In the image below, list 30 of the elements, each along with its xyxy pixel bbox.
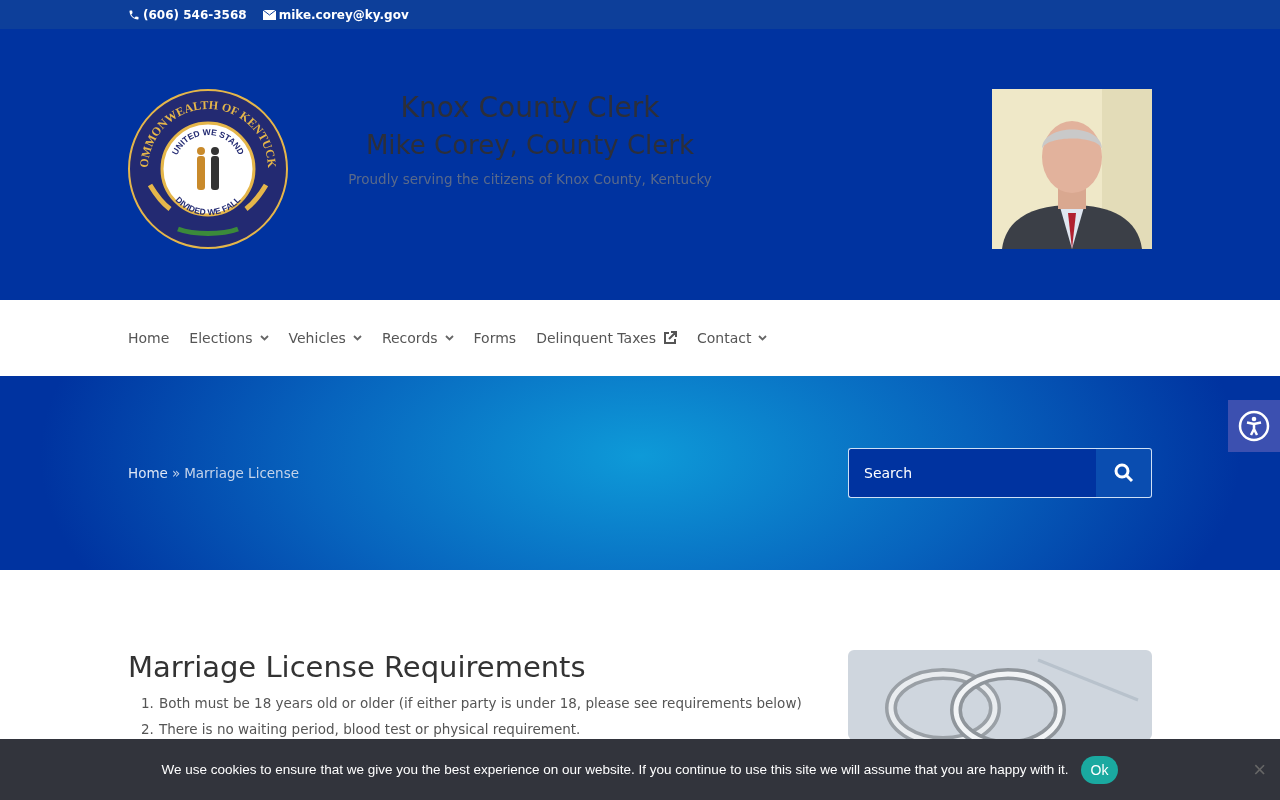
accessibility-button[interactable] <box>1228 400 1280 452</box>
list-item-text: Both must be 18 years old or older (if either party is under 18, please see requirements below) <box>158 694 802 713</box>
site-title: Knox County Clerk <box>400 91 660 125</box>
envelope-icon <box>262 9 276 20</box>
phone-link[interactable]: (606) 546-3568 <box>143 7 247 22</box>
chevron-down-icon <box>758 335 768 341</box>
phone-icon <box>128 8 140 21</box>
nav-link[interactable]: Elections <box>189 330 269 346</box>
nav-link[interactable]: Delinquent Taxes <box>536 330 677 346</box>
chevron-down-icon <box>444 335 454 341</box>
site-tagline: Proudly serving the citizens of Knox County, Kentucky <box>348 171 712 187</box>
nav-link[interactable]: Forms <box>473 330 517 346</box>
list-number: 1. <box>141 694 154 713</box>
breadcrumb-link[interactable]: Home <box>128 465 168 481</box>
list-number: 2. <box>141 720 154 739</box>
site-subtitle: Mike Corey, County Clerk <box>365 129 695 162</box>
accessibility-icon <box>1238 410 1270 442</box>
nav-link[interactable]: Vehicles <box>288 330 362 346</box>
breadcrumb-separator: » <box>171 465 181 481</box>
nav-link[interactable]: Records <box>381 330 454 346</box>
list-item-text: There is no waiting period, blood test or physical requirement. <box>158 720 581 739</box>
chevron-down-icon <box>259 335 269 341</box>
nav-link[interactable]: Home <box>128 330 170 346</box>
chevron-down-icon <box>352 335 362 341</box>
cookie-message: We use cookies to ensure that we give you the best experience on our website. If you continue to use this site we will assume that you are happy with it. <box>161 762 1069 777</box>
external-link-icon <box>662 331 677 345</box>
email-link[interactable]: mike.corey@ky.gov <box>278 7 409 22</box>
breadcrumb-current: Marriage License <box>184 465 299 481</box>
page-heading: Marriage License Requirements <box>128 650 587 684</box>
nav-link[interactable]: Contact <box>696 330 768 346</box>
